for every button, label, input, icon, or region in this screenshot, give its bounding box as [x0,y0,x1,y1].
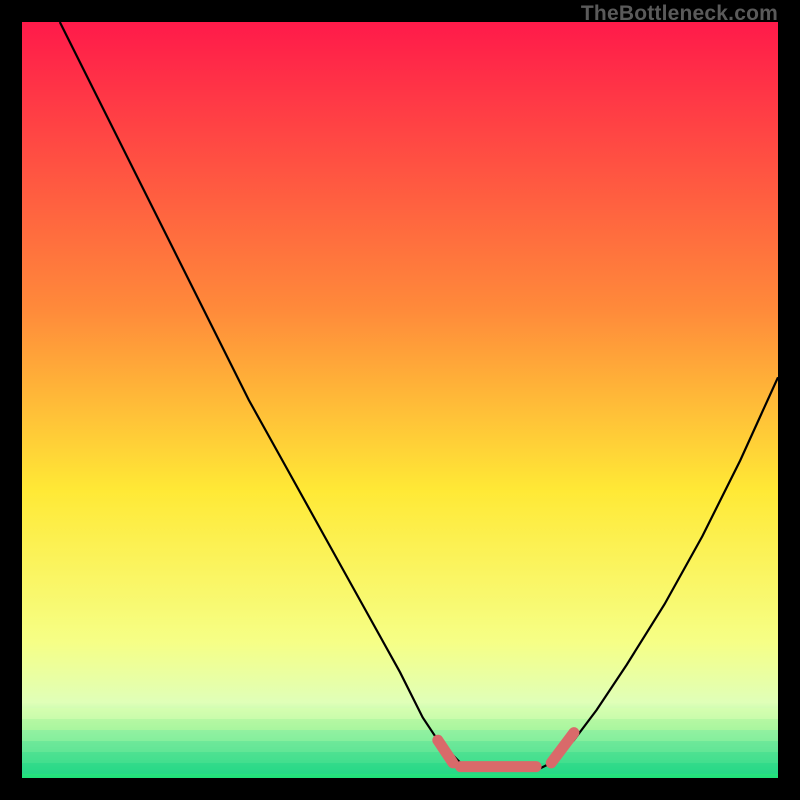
chart-svg [22,22,778,778]
chart-frame: TheBottleneck.com [0,0,800,800]
stripe [22,741,778,752]
gradient-background [22,22,778,778]
plot-area [22,22,778,778]
stripe [22,752,778,763]
stripe [22,719,778,730]
bottom-stripes [22,708,778,774]
stripe [22,763,778,774]
stripe [22,730,778,741]
stripe [22,708,778,719]
